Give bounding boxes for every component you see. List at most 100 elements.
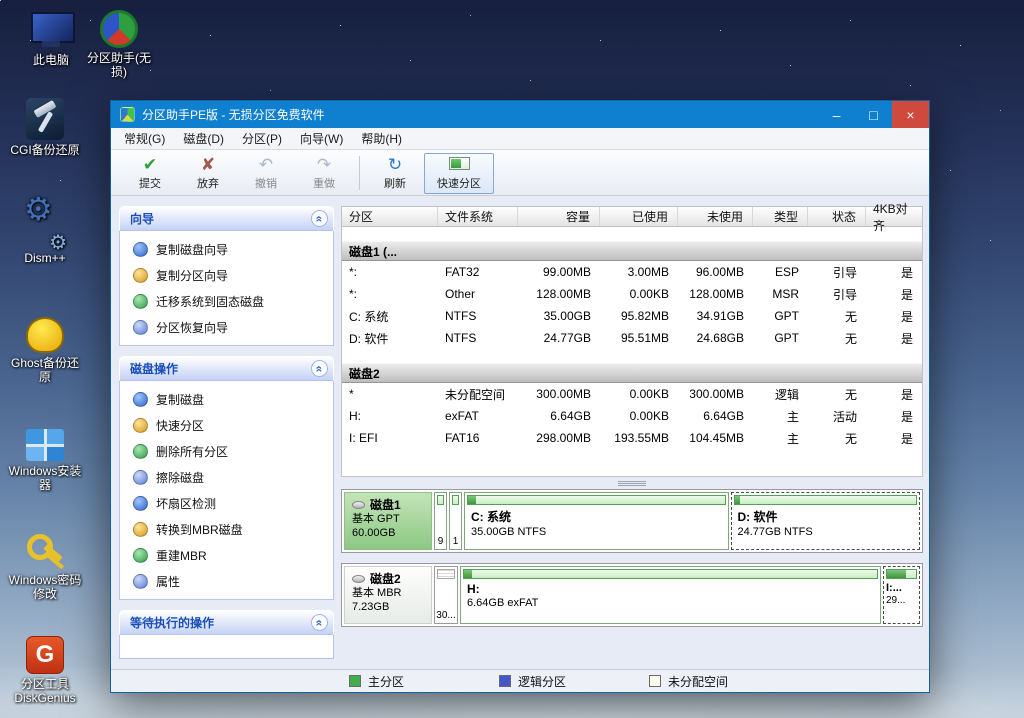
sidebar-item[interactable]: 转换到MBR磁盘 [120, 516, 333, 542]
gears-icon [23, 206, 67, 248]
disk-name: 磁盘1 [352, 498, 431, 512]
sidebar-item[interactable]: 复制分区向导 [120, 262, 333, 288]
table-row[interactable]: *:Other128.00MB0.00KB128.00MBMSR引导是 [342, 283, 922, 305]
sidebar-section-header[interactable]: 向导« [119, 206, 334, 231]
sidebar-item-label: 迁移系统到固态磁盘 [156, 293, 264, 310]
desktop-icon-1[interactable]: 此电脑 [12, 8, 90, 67]
sidebar-section-title: 等待执行的操作 [130, 614, 214, 631]
partition-block[interactable]: H:6.64GB exFAT [460, 566, 881, 624]
column-header[interactable]: 容量 [518, 207, 600, 226]
sidebar-item[interactable]: 属性 [120, 568, 333, 594]
collapse-chevron-icon[interactable]: « [311, 360, 328, 377]
splitter-handle[interactable] [341, 479, 923, 487]
撤销-button[interactable]: ↶撤销 [237, 153, 295, 194]
table-cell: FAT16 [438, 431, 518, 445]
快速分区-button[interactable]: 快速分区 [424, 153, 494, 194]
table-row[interactable]: D: 软件NTFS24.77GB95.51MB24.68GBGPT无是 [342, 327, 922, 349]
desktop-icon-5[interactable]: Ghost备份还原 [6, 314, 84, 384]
sidebar-item-icon [133, 496, 148, 511]
sidebar-item[interactable]: 迁移系统到固态磁盘 [120, 288, 333, 314]
sidebar-item[interactable]: 分区恢复向导 [120, 314, 333, 340]
desktop-icon-4[interactable]: Dism++ [6, 206, 84, 265]
table-row[interactable]: H:exFAT6.64GB0.00KB6.64GB主活动是 [342, 405, 922, 427]
column-header[interactable]: 4KB对齐 [866, 207, 922, 226]
partition-block[interactable]: C: 系统35.00GB NTFS [464, 492, 729, 550]
table-cell: 298.00MB [518, 431, 600, 445]
toolbar-label: 放弃 [197, 175, 219, 191]
sidebar-section-body: 复制磁盘快速分区删除所有分区擦除磁盘坏扇区检测转换到MBR磁盘重建MBR属性 [119, 381, 334, 600]
partition-label: 30... [435, 610, 457, 621]
menu-item[interactable]: 分区(P) [233, 128, 291, 149]
sidebar-item[interactable]: 删除所有分区 [120, 438, 333, 464]
column-header[interactable]: 状态 [808, 207, 866, 226]
sidebar-section-header[interactable]: 磁盘操作« [119, 356, 334, 381]
partition-block[interactable]: I:...29... [883, 566, 920, 624]
重做-button[interactable]: ↷重做 [295, 153, 353, 194]
toolbar-label: 刷新 [384, 175, 406, 191]
刷新-button[interactable]: ↻刷新 [366, 153, 424, 194]
desktop-icon-6[interactable]: Windows安装器 [6, 424, 84, 492]
sidebar-item[interactable]: 重建MBR [120, 542, 333, 568]
desktop-icon-2[interactable]: 分区助手(无损) [80, 8, 158, 79]
desktop-icon-7[interactable]: Windows密码修改 [6, 528, 84, 601]
提交-button[interactable]: ✔提交 [121, 153, 179, 194]
partition-block[interactable]: 9 [434, 492, 447, 550]
column-header[interactable]: 类型 [753, 207, 808, 226]
disk-group-header[interactable]: 磁盘1 (... [342, 241, 922, 261]
table-cell: 无 [808, 430, 866, 447]
diskgenius-icon [26, 636, 64, 674]
desktop-icon-8[interactable]: 分区工具 DiskGenius [6, 636, 84, 705]
partition-block[interactable]: D: 软件24.77GB NTFS [731, 492, 921, 550]
menu-item[interactable]: 帮助(H) [352, 128, 411, 149]
legend-swatch [499, 675, 511, 687]
disk-label[interactable]: 磁盘2基本 MBR7.23GB [344, 566, 432, 624]
toolbar-label: 重做 [313, 175, 335, 191]
column-header[interactable]: 文件系统 [438, 207, 518, 226]
menu-item[interactable]: 向导(W) [291, 128, 352, 149]
refresh-icon: ↻ [388, 156, 402, 174]
sidebar-item-icon [133, 574, 148, 589]
放弃-button[interactable]: ✘放弃 [179, 153, 237, 194]
column-header[interactable]: 未使用 [678, 207, 753, 226]
sidebar-item-label: 转换到MBR磁盘 [156, 521, 243, 538]
disk-label[interactable]: 磁盘1基本 GPT60.00GB [344, 492, 432, 550]
table-cell: 是 [866, 430, 922, 447]
desktop-icon-3[interactable]: CGI备份还原 [6, 98, 84, 157]
sidebar-section-header[interactable]: 等待执行的操作 « [119, 610, 334, 635]
usage-fill [887, 570, 906, 578]
disk-name: 磁盘2 [352, 572, 431, 586]
disk-name-text: 磁盘1 [370, 498, 401, 512]
column-header[interactable]: 分区 [342, 207, 438, 226]
sidebar-item-icon [133, 392, 148, 407]
close-button[interactable]: × [892, 101, 929, 128]
minimize-button[interactable]: – [818, 101, 855, 128]
table-cell: *: [342, 265, 438, 279]
partition-title: H: [461, 580, 880, 596]
table-row[interactable]: C: 系统NTFS35.00GB95.82MB34.91GBGPT无是 [342, 305, 922, 327]
collapse-chevron-icon[interactable]: « [311, 614, 328, 631]
sidebar-item[interactable]: 擦除磁盘 [120, 464, 333, 490]
table-cell: 6.64GB [678, 409, 753, 423]
collapse-chevron-icon[interactable]: « [311, 210, 328, 227]
title-bar[interactable]: 分区助手PE版 - 无损分区免费软件 –□× [111, 101, 929, 128]
disk-group-header[interactable]: 磁盘2 [342, 363, 922, 383]
column-header[interactable]: 已使用 [600, 207, 678, 226]
sidebar-item[interactable]: 坏扇区检测 [120, 490, 333, 516]
sidebar-item-label: 分区恢复向导 [156, 319, 228, 336]
menu-item[interactable]: 常规(G) [115, 128, 174, 149]
menu-item[interactable]: 磁盘(D) [174, 128, 233, 149]
sidebar-item-label: 复制分区向导 [156, 267, 228, 284]
table-row[interactable]: *未分配空间300.00MB0.00KB300.00MB逻辑无是 [342, 383, 922, 405]
sidebar-item-icon [133, 418, 148, 433]
partition-block[interactable]: 30... [434, 566, 458, 624]
table-row[interactable]: *:FAT3299.00MB3.00MB96.00MBESP引导是 [342, 261, 922, 283]
sidebar-item[interactable]: 快速分区 [120, 412, 333, 438]
table-cell: 128.00MB [678, 287, 753, 301]
table-row[interactable]: I: EFIFAT16298.00MB193.55MB104.45MB主无是 [342, 427, 922, 449]
legend-label: 逻辑分区 [518, 673, 566, 690]
maximize-button[interactable]: □ [855, 101, 892, 128]
usage-fill [464, 570, 472, 578]
sidebar-item[interactable]: 复制磁盘向导 [120, 236, 333, 262]
sidebar-item[interactable]: 复制磁盘 [120, 386, 333, 412]
partition-block[interactable]: 1 [449, 492, 462, 550]
